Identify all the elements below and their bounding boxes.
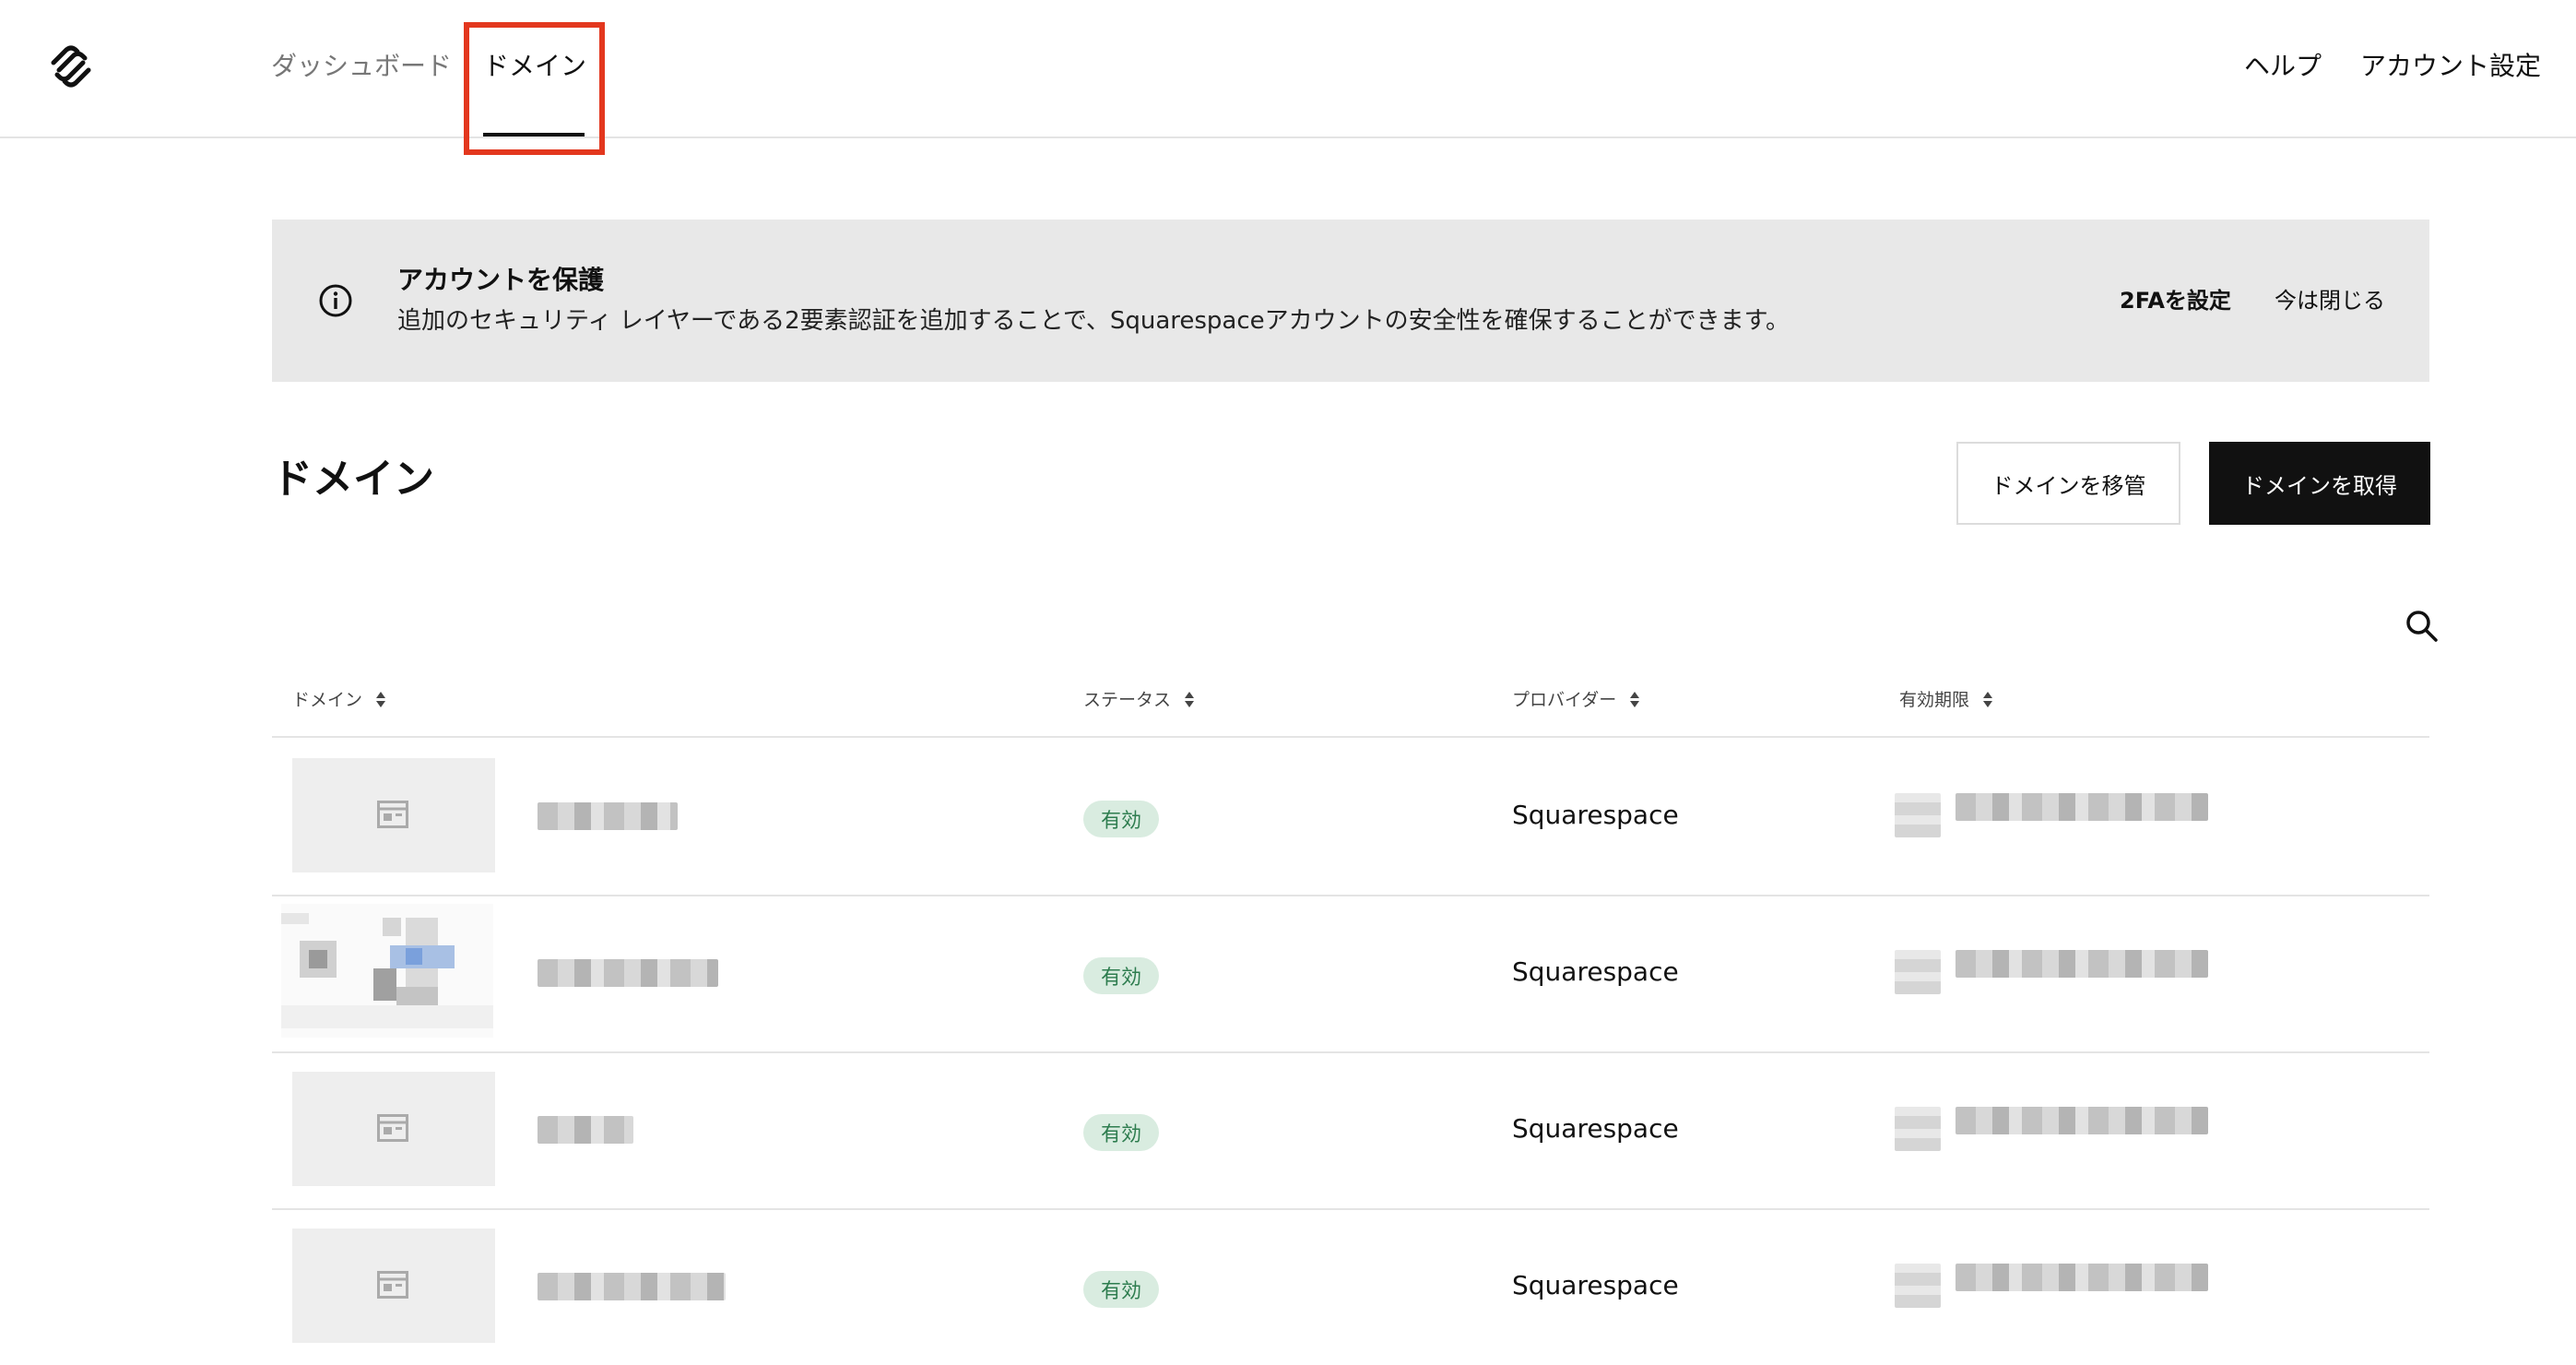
banner-description: 追加のセキュリティ レイヤーである2要素認証を追加することで、Squarespa… bbox=[397, 307, 1790, 335]
website-placeholder-icon bbox=[377, 1114, 408, 1142]
get-domain-button[interactable]: ドメインを取得 bbox=[2209, 442, 2430, 525]
search-icon[interactable] bbox=[2405, 609, 2440, 644]
provider-name: Squarespace bbox=[1512, 800, 1679, 830]
provider-name: Squarespace bbox=[1512, 956, 1679, 987]
sort-icon[interactable] bbox=[1629, 691, 1640, 709]
sort-icon[interactable] bbox=[1184, 691, 1195, 709]
column-header-expiry[interactable]: 有効期限 bbox=[1899, 686, 1993, 714]
provider-name: Squarespace bbox=[1512, 1113, 1679, 1144]
page-title: ドメイン bbox=[272, 456, 434, 503]
table-row[interactable]: 有効 Squarespace bbox=[272, 1208, 2429, 1365]
domain-thumbnail bbox=[292, 1228, 495, 1343]
sort-icon[interactable] bbox=[375, 691, 386, 709]
status-badge: 有効 bbox=[1083, 957, 1159, 994]
column-header-domain[interactable]: ドメイン bbox=[292, 686, 386, 714]
info-icon bbox=[319, 284, 352, 317]
tab-dashboard[interactable]: ダッシュボード bbox=[271, 48, 452, 85]
column-label: ステータス bbox=[1083, 690, 1172, 710]
expiry-redacted bbox=[1895, 1264, 1941, 1308]
squarespace-logo-icon[interactable] bbox=[46, 42, 96, 90]
site-preview-thumbnail bbox=[281, 904, 493, 1038]
expiry-date-redacted bbox=[1956, 1264, 2208, 1291]
top-nav: ダッシュボード ドメイン ヘルプ アカウント設定 bbox=[0, 0, 2576, 155]
domain-name-redacted[interactable] bbox=[538, 1116, 633, 1144]
table-row[interactable]: 有効 Squarespace bbox=[272, 895, 2429, 1053]
column-label: ドメイン bbox=[292, 690, 363, 710]
highlight-annotation bbox=[464, 22, 605, 155]
domain-name-redacted[interactable] bbox=[538, 959, 718, 987]
table-header: ドメイン ステータス プロバイダー 有効期限 bbox=[272, 682, 2429, 738]
column-header-status[interactable]: ステータス bbox=[1083, 686, 1195, 714]
column-label: プロバイダー bbox=[1512, 690, 1617, 710]
account-settings-link[interactable]: アカウント設定 bbox=[2360, 48, 2541, 85]
status-badge: 有効 bbox=[1083, 1271, 1159, 1308]
dismiss-banner-button[interactable]: 今は閉じる bbox=[2275, 284, 2385, 317]
banner-title: アカウントを保護 bbox=[397, 265, 605, 295]
domain-thumbnail bbox=[292, 758, 495, 872]
status-badge: 有効 bbox=[1083, 1114, 1159, 1151]
expiry-redacted bbox=[1895, 1107, 1941, 1151]
expiry-date-redacted bbox=[1956, 1107, 2208, 1134]
help-link[interactable]: ヘルプ bbox=[2244, 48, 2322, 85]
domain-thumbnail bbox=[292, 1072, 495, 1186]
expiry-date-redacted bbox=[1956, 950, 2208, 978]
security-banner: アカウントを保護 追加のセキュリティ レイヤーである2要素認証を追加することで、… bbox=[272, 220, 2429, 382]
provider-name: Squarespace bbox=[1512, 1270, 1679, 1300]
column-label: 有効期限 bbox=[1899, 690, 1970, 710]
expiry-redacted bbox=[1895, 950, 1941, 994]
website-placeholder-icon bbox=[377, 1271, 408, 1299]
sort-icon[interactable] bbox=[1982, 691, 1993, 709]
column-header-provider[interactable]: プロバイダー bbox=[1512, 686, 1640, 714]
setup-2fa-button[interactable]: 2FAを設定 bbox=[2120, 284, 2231, 317]
table-row[interactable]: 有効 Squarespace bbox=[272, 738, 2429, 896]
transfer-domain-button[interactable]: ドメインを移管 bbox=[1956, 442, 2180, 525]
domain-name-redacted[interactable] bbox=[538, 1273, 726, 1300]
expiry-date-redacted bbox=[1956, 793, 2208, 821]
table-row[interactable]: 有効 Squarespace bbox=[272, 1051, 2429, 1210]
app-root: ダッシュボード ドメイン ヘルプ アカウント設定 アカウントを保護 追加のセキュ… bbox=[0, 0, 2576, 1356]
expiry-redacted bbox=[1895, 793, 1941, 837]
status-badge: 有効 bbox=[1083, 801, 1159, 837]
website-placeholder-icon bbox=[377, 801, 408, 828]
domain-name-redacted[interactable] bbox=[538, 802, 678, 830]
